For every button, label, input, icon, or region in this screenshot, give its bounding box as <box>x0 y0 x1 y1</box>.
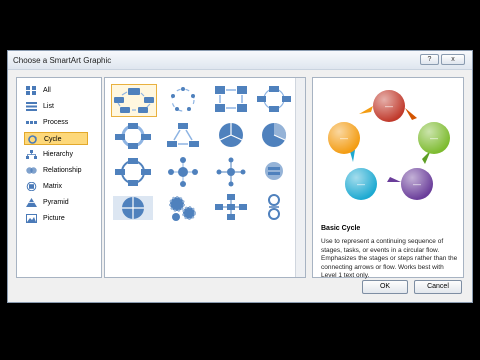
preview-title: Basic Cycle <box>321 225 361 232</box>
smartart-dialog: Choose a SmartArt Graphic ? x All List P… <box>7 50 473 303</box>
cycle-matrix-thumbnail-icon <box>115 158 151 186</box>
diverging-radial-thumbnail-icon <box>216 157 246 187</box>
layout-continuous-cycle[interactable] <box>111 120 157 153</box>
category-item-process[interactable]: Process <box>24 116 88 129</box>
category-label: Picture <box>43 215 65 222</box>
matrix-icon <box>26 182 37 191</box>
layout-gallery <box>104 77 306 278</box>
layout-gear[interactable] <box>161 192 207 225</box>
category-label: Hierarchy <box>43 151 73 158</box>
ok-button[interactable]: OK <box>362 280 408 294</box>
category-label: Pyramid <box>43 199 69 206</box>
cycle-matrix-4-thumbnail-icon <box>113 196 153 220</box>
category-item-relationship[interactable]: Relationship <box>24 164 88 177</box>
layout-diverging-radial[interactable] <box>211 156 253 189</box>
gear-thumbnail-icon <box>169 196 196 221</box>
continuous-cycle-thumbnail-icon <box>115 123 151 149</box>
close-button[interactable]: x <box>441 54 465 65</box>
preview-description: Use to represent a continuing sequence o… <box>321 238 458 279</box>
chevron-loop-thumbnail-icon <box>268 194 280 220</box>
layout-cycle-matrix[interactable] <box>111 156 157 189</box>
svg-text:—: — <box>357 180 365 189</box>
hexagon-radial-thumbnail-icon <box>215 194 247 220</box>
svg-text:—: — <box>430 134 438 143</box>
cycle-node-1: — <box>373 90 405 122</box>
category-item-matrix[interactable]: Matrix <box>24 180 88 193</box>
category-list: All List Process Cycle Hierarchy Relatio… <box>16 77 102 278</box>
svg-text:—: — <box>385 102 393 111</box>
category-label: List <box>43 103 54 110</box>
basic-cycle-thumbnail-icon <box>114 88 154 113</box>
help-button[interactable]: ? <box>420 54 439 65</box>
layout-nondirectional-cycle[interactable] <box>255 84 295 117</box>
category-label: Matrix <box>43 183 63 190</box>
layout-chevron-loop[interactable] <box>255 192 295 225</box>
cycle-icon <box>28 135 37 144</box>
hierarchy-icon <box>26 150 37 159</box>
cycle-node-5: — <box>328 122 360 154</box>
layout-cycle-matrix-4[interactable] <box>111 192 157 225</box>
layout-multidirectional-cycle[interactable] <box>161 120 207 153</box>
svg-text:—: — <box>413 180 421 189</box>
cycle-node-3: — <box>401 168 433 200</box>
category-label: Cycle <box>44 136 62 143</box>
multidirectional-cycle-thumbnail-icon <box>167 123 199 147</box>
category-label: All <box>43 87 51 94</box>
all-icon <box>26 86 36 95</box>
category-item-hierarchy[interactable]: Hierarchy <box>24 148 88 161</box>
relationship-icon <box>26 167 37 174</box>
block-cycle-thumbnail-icon <box>215 86 247 112</box>
category-item-picture[interactable]: Picture <box>24 212 88 225</box>
list-icon <box>26 102 37 111</box>
category-item-all[interactable]: All <box>24 84 88 97</box>
category-item-cycle[interactable]: Cycle <box>24 132 88 145</box>
layout-radial-venn[interactable] <box>255 156 295 189</box>
basic-pie-thumbnail-icon <box>262 122 287 147</box>
category-label: Relationship <box>43 167 82 174</box>
pyramid-icon <box>26 198 37 207</box>
picture-icon <box>26 214 37 223</box>
category-item-pyramid[interactable]: Pyramid <box>24 196 88 209</box>
preview-panel: — — — — — Basic Cycle Use to represent a… <box>312 77 464 279</box>
radial-cycle-thumbnail-icon <box>168 157 198 187</box>
layout-radial-cycle[interactable] <box>161 156 207 189</box>
cycle-node-2: — <box>418 122 450 154</box>
layout-block-cycle[interactable] <box>211 84 253 117</box>
svg-text:—: — <box>340 134 348 143</box>
layout-basic-cycle[interactable] <box>111 84 157 117</box>
nondirectional-cycle-thumbnail-icon <box>257 86 291 112</box>
process-icon <box>26 121 37 124</box>
segmented-cycle-thumbnail-icon <box>219 123 243 147</box>
dialog-title: Choose a SmartArt Graphic <box>13 56 112 65</box>
basic-cycle-preview: — — — — — <box>328 90 450 200</box>
layout-basic-pie[interactable] <box>255 120 295 153</box>
text-cycle-thumbnail-icon <box>171 87 195 112</box>
gallery-scrollbar[interactable] <box>295 78 305 277</box>
cycle-node-4: — <box>345 168 377 200</box>
layout-segmented-cycle[interactable] <box>211 120 253 153</box>
radial-venn-thumbnail-icon <box>265 162 283 180</box>
layout-hexagon-radial[interactable] <box>211 192 253 225</box>
category-label: Process <box>43 119 69 126</box>
title-bar: Choose a SmartArt Graphic ? x <box>8 51 472 70</box>
layout-text-cycle[interactable] <box>161 84 207 117</box>
category-item-list[interactable]: List <box>24 100 88 113</box>
cancel-button[interactable]: Cancel <box>414 280 462 294</box>
